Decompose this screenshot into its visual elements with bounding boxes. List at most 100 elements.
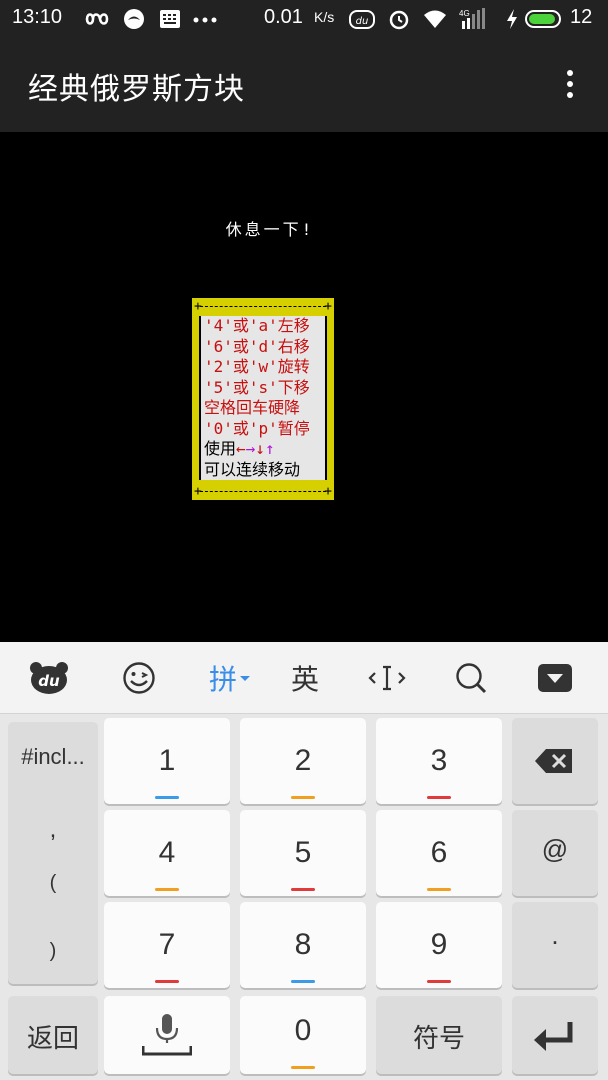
key-8-label: 8 <box>294 928 312 961</box>
english-label: 英 <box>290 663 319 696</box>
key-5-indicator <box>291 888 315 891</box>
battery-icon <box>525 10 561 28</box>
help-line-pause: '0'或'p'暂停 <box>204 418 310 438</box>
key-7-label: 7 <box>158 928 176 961</box>
key-6[interactable]: 6 <box>376 810 502 896</box>
cursor-edit-icon[interactable] <box>362 642 412 714</box>
help-line-hard-drop: 空格回车硬降 <box>204 398 301 417</box>
key-2-label: 2 <box>294 744 312 777</box>
battery-level: 12 <box>570 6 593 28</box>
pause-message: 休息一下! <box>225 220 315 239</box>
du-logo-text: du <box>38 672 60 690</box>
help-line-right: '6'或'd'右移 <box>204 336 310 356</box>
symbol-candidate-column[interactable]: #incl... , ( ) <box>8 722 98 984</box>
key-8[interactable]: 8 <box>240 902 366 988</box>
wifi-icon <box>424 10 446 28</box>
help-line-rotate: '2'或'w'旋转 <box>204 357 310 376</box>
pinyin-label: 拼 <box>208 663 237 696</box>
backspace-icon <box>535 749 572 773</box>
infinity-icon <box>85 13 109 25</box>
key-3[interactable]: 3 <box>376 718 502 804</box>
hide-keyboard-icon[interactable] <box>530 642 580 714</box>
period-key[interactable]: . <box>512 902 598 988</box>
app-bar: 经典俄罗斯方块 <box>0 38 608 132</box>
panel-border-top <box>200 306 326 307</box>
status-time: 13:10 <box>12 6 63 28</box>
svg-text:du: du <box>356 16 369 27</box>
symbol-candidate-include[interactable]: #incl... <box>8 744 98 770</box>
overflow-menu-icon[interactable] <box>552 64 588 104</box>
microphone-icon <box>142 1014 192 1056</box>
symbols-key[interactable]: 符号 <box>376 996 502 1074</box>
key-9-indicator <box>427 980 451 983</box>
symbol-candidate-comma[interactable]: , <box>8 816 98 844</box>
charging-icon <box>507 9 517 29</box>
help-line-arrows: 使用←→↓↑ <box>201 439 325 460</box>
keyboard-icon <box>160 10 180 28</box>
key-9[interactable]: 9 <box>376 902 502 988</box>
key-1-label: 1 <box>158 744 176 777</box>
key-3-label: 3 <box>430 744 448 777</box>
help-line-continuous: 可以连续移动 <box>204 459 301 479</box>
key-3-indicator <box>427 796 451 799</box>
symbol-candidate-open-paren[interactable]: ( <box>8 872 98 895</box>
backspace-key[interactable] <box>512 718 598 804</box>
key-0-label: 0 <box>294 1014 312 1047</box>
back-key-label: 返回 <box>26 1024 79 1054</box>
alarm-icon <box>389 10 409 30</box>
key-4[interactable]: 4 <box>104 810 230 896</box>
english-mode-tab[interactable]: 英 <box>278 642 332 714</box>
keyboard-toolbar: du 拼 英 <box>0 642 608 714</box>
arrow-up: ↑ <box>264 439 275 458</box>
key-6-indicator <box>427 888 451 891</box>
period-key-label: . <box>551 920 559 950</box>
network-unit: K/s <box>314 9 335 25</box>
key-1-indicator <box>155 796 179 799</box>
panel-border-bottom <box>200 491 326 492</box>
key-2[interactable]: 2 <box>240 718 366 804</box>
symbols-key-label: 符号 <box>412 1024 465 1054</box>
app-title: 经典俄罗斯方块 <box>28 72 245 107</box>
key-9-label: 9 <box>430 928 448 961</box>
app-notification-icon <box>124 9 144 29</box>
at-key-label: @ <box>541 834 569 864</box>
key-5[interactable]: 5 <box>240 810 366 896</box>
arrow-left: ← <box>236 439 246 458</box>
svg-text:4G: 4G <box>459 9 470 18</box>
emoji-icon[interactable] <box>114 642 164 714</box>
key-8-indicator <box>291 980 315 983</box>
help-line-left: '4'或'a'左移 <box>204 316 310 335</box>
voice-input-key[interactable] <box>104 996 230 1074</box>
key-1[interactable]: 1 <box>104 718 230 804</box>
back-key[interactable]: 返回 <box>8 996 98 1074</box>
key-7-indicator <box>155 980 179 983</box>
key-2-indicator <box>291 796 315 799</box>
key-4-label: 4 <box>158 836 176 869</box>
soft-keyboard: du 拼 英 #incl... , () 1 2 3 4 5 6 7 8 9 … <box>0 642 608 1080</box>
enter-key[interactable] <box>512 996 598 1074</box>
game-area[interactable]: 休息一下! + + + + '4'或'a'左移 '6'或'd'右移 '2'或'w… <box>0 132 608 642</box>
pinyin-mode-tab[interactable]: 拼 <box>200 642 260 714</box>
symbol-candidate-close-paren[interactable]: ) <box>8 940 98 963</box>
signal-4g-icon: 4G <box>459 8 485 29</box>
more-dots-icon <box>193 17 217 23</box>
arrow-right: → <box>245 439 256 458</box>
du-icon: du <box>349 10 375 29</box>
help-line-down: '5'或's'下移 <box>204 377 310 397</box>
search-icon[interactable] <box>446 642 496 714</box>
enter-icon <box>534 1022 573 1051</box>
key-0[interactable]: 0 <box>240 996 366 1074</box>
key-5-label: 5 <box>294 836 312 869</box>
du-logo-icon[interactable]: du <box>24 642 74 714</box>
help-panel: + + + + '4'或'a'左移 '6'或'd'右移 '2'或'w'旋转 '5… <box>192 298 334 500</box>
arrows-prefix: 使用 <box>204 439 237 458</box>
status-bar: 13:10 0.01 K/s du 4G 12 <box>0 0 608 38</box>
key-6-label: 6 <box>430 836 448 869</box>
key-0-indicator <box>291 1066 315 1069</box>
at-key[interactable]: @ <box>512 810 598 896</box>
network-speed: 0.01 <box>264 6 303 28</box>
dropdown-caret-icon <box>240 676 250 681</box>
key-7[interactable]: 7 <box>104 902 230 988</box>
arrow-down: ↓ <box>255 439 265 458</box>
help-text-box: '4'或'a'左移 '6'或'd'右移 '2'或'w'旋转 '5'或's'下移 … <box>199 316 327 480</box>
